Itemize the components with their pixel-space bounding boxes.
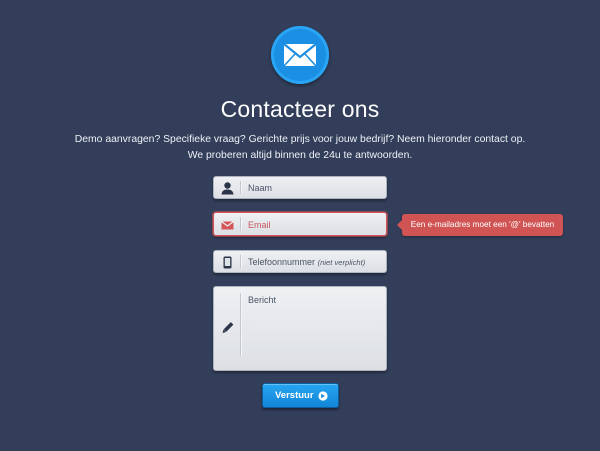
message-placeholder: Bericht <box>248 295 277 305</box>
submit-button-label: Verstuur <box>275 390 314 401</box>
arrow-right-icon <box>318 391 328 404</box>
phone-optional-note: (niet verplicht) <box>317 258 366 267</box>
field-divider <box>240 217 242 231</box>
name-placeholder: Naam <box>248 183 273 193</box>
pencil-icon <box>214 287 241 372</box>
logo <box>271 26 329 84</box>
email-field[interactable]: Email <box>213 212 387 236</box>
phone-placeholder: Telefoonnummer (niet verplicht) <box>248 257 366 267</box>
user-icon <box>214 177 241 198</box>
email-placeholder: Email <box>248 220 271 230</box>
intro-text-line-1: Demo aanvragen? Specifieke vraag? Gerich… <box>74 134 526 145</box>
envelope-icon <box>283 43 317 67</box>
message-field[interactable]: Bericht <box>213 286 387 371</box>
email-error-tooltip: Een e-mailadres moet een '@' bevatten <box>397 214 563 236</box>
field-divider <box>240 255 242 268</box>
intro-text-line-2: We proberen altijd binnen de 24u te antw… <box>187 150 413 161</box>
phone-icon <box>214 251 241 272</box>
page-title: Contacteer ons <box>220 96 380 122</box>
envelope-icon <box>214 213 241 235</box>
submit-button[interactable]: Verstuur <box>262 383 339 408</box>
phone-field[interactable]: Telefoonnummer (niet verplicht) <box>213 250 387 273</box>
field-divider <box>240 293 242 356</box>
name-field[interactable]: Naam <box>213 176 387 199</box>
field-divider <box>240 181 242 194</box>
